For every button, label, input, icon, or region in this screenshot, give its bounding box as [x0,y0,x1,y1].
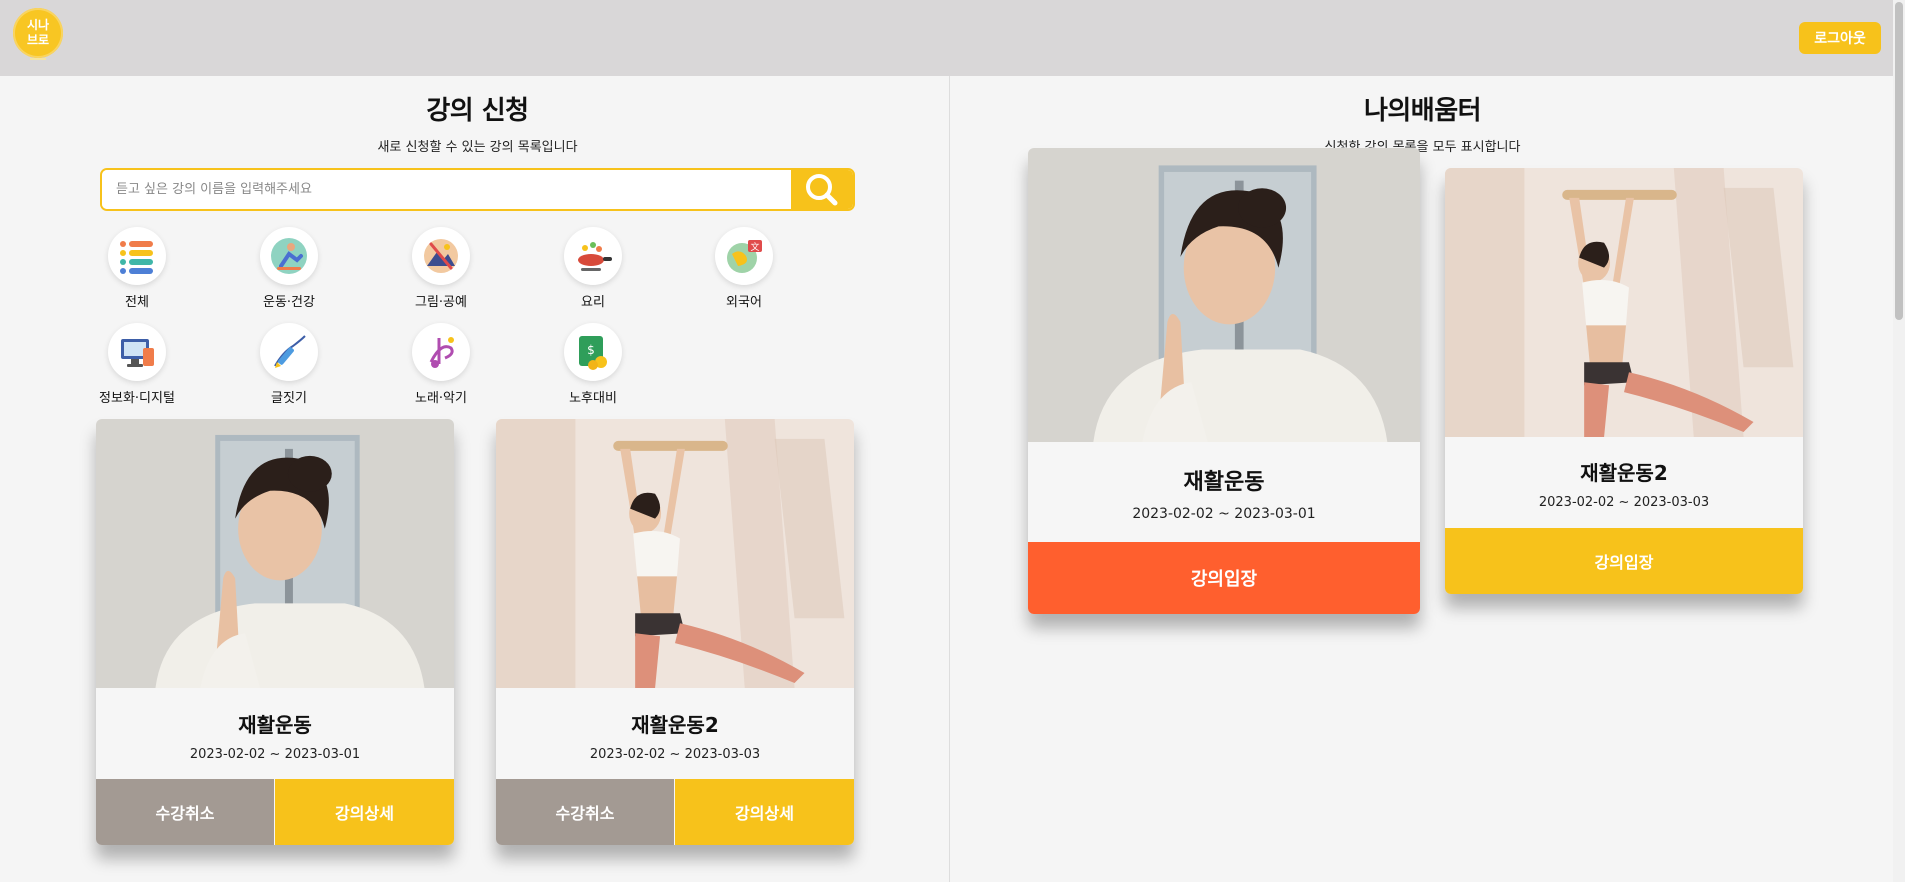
enter-course-button[interactable]: 강의입장 [1028,542,1420,614]
art-icon [424,239,458,273]
course-title: 재활운동2 [1580,461,1668,485]
logo-text: 시나 브로 [26,18,50,47]
cancel-enrollment-button[interactable]: 수강취소 [496,779,674,845]
category-cooking[interactable]: 요리 [528,227,658,310]
course-period: 2023-02-02 ~ 2023-03-01 [1132,506,1316,522]
category-writing[interactable]: 글짓기 [224,323,354,406]
course-thumbnail [96,419,454,688]
list-icon [120,241,153,274]
category-art[interactable]: 그림·공예 [376,227,506,310]
category-all[interactable]: 전체 [72,227,202,310]
course-card[interactable]: 재활운동 2023-02-02 ~ 2023-03-01 수강취소 강의상세 [96,419,454,845]
category-label: 외국어 [726,295,762,310]
my-learning-title: 나의배움터 [1363,96,1482,126]
category-music[interactable]: 노래·악기 [376,323,506,406]
category-language[interactable]: 文 외국어 [679,227,809,310]
enroll-subtitle: 새로 신청할 수 있는 강의 목록입니다 [377,140,578,155]
category-label: 노후대비 [569,391,617,406]
category-retirement[interactable]: $ 노후대비 [528,323,658,406]
cooking-icon [578,242,612,271]
scrollbar[interactable] [1893,0,1905,882]
course-detail-button[interactable]: 강의상세 [675,779,854,845]
logo-disc: 시나 브로 [13,8,63,58]
logout-button[interactable]: 로그아웃 [1799,22,1881,54]
logo-underline [30,58,46,60]
enroll-title: 강의 신청 [426,96,529,126]
category-label: 글짓기 [271,391,307,406]
search-icon [806,174,838,206]
section-divider [949,76,950,882]
computer-icon [121,339,154,367]
course-thumbnail [496,419,854,688]
category-label: 노래·악기 [415,391,467,406]
my-course-card[interactable]: 재활운동 2023-02-02 ~ 2023-03-01 강의입장 [1028,148,1420,614]
category-exercise[interactable]: 운동·건강 [224,227,354,310]
course-card[interactable]: 재활운동2 2023-02-02 ~ 2023-03-03 수강취소 강의상세 [496,419,854,845]
course-detail-button[interactable]: 강의상세 [275,779,454,845]
svg-text:$: $ [587,343,595,357]
course-thumbnail [1445,168,1803,437]
language-icon: 文 [727,240,762,273]
search-input[interactable] [102,170,792,209]
money-icon: $ [579,336,607,370]
top-bar: 시나 브로 로그아웃 [0,0,1905,76]
course-period: 2023-02-02 ~ 2023-03-01 [189,747,361,762]
search-bar [100,168,855,211]
category-label: 정보화·디지털 [99,391,175,406]
writing-icon [274,335,306,368]
enter-course-button[interactable]: 강의입장 [1445,528,1803,594]
course-period: 2023-02-02 ~ 2023-03-03 [589,747,761,762]
sinabro-logo[interactable]: 시나 브로 [13,8,63,64]
category-label: 전체 [125,295,149,310]
category-digital[interactable]: 정보화·디지털 [72,323,202,406]
search-button[interactable] [791,170,853,209]
course-title: 재활운동 [1183,470,1265,495]
category-label: 운동·건강 [263,295,315,310]
course-title: 재활운동2 [631,713,719,737]
svg-text:文: 文 [750,241,759,253]
music-icon [429,337,454,368]
category-label: 요리 [581,295,605,310]
exercise-icon [271,238,307,274]
cancel-enrollment-button[interactable]: 수강취소 [96,779,274,845]
course-title: 재활운동 [238,713,312,737]
category-label: 그림·공예 [415,295,467,310]
course-thumbnail [1028,148,1420,442]
course-period: 2023-02-02 ~ 2023-03-03 [1538,495,1710,510]
scrollbar-thumb[interactable] [1895,2,1903,320]
my-course-card[interactable]: 재활운동2 2023-02-02 ~ 2023-03-03 강의입장 [1445,168,1803,594]
